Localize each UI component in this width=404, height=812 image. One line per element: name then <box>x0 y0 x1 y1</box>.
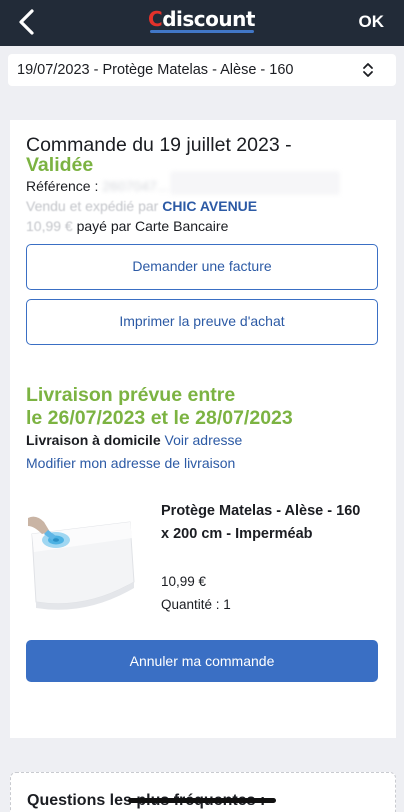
home-indicator <box>128 798 276 803</box>
up-down-chevron-icon <box>363 63 373 77</box>
order-card: Commande du 19 juillet 2023 - Validée Ré… <box>10 120 396 364</box>
payment-line: 10,99 € payé par Carte Bancaire <box>26 218 229 234</box>
cancel-order-button[interactable]: Annuler ma commande <box>26 640 378 682</box>
faq-section: Questions les plus fréquentes : <box>10 772 396 812</box>
delivery-mode: Livraison à domicile Voir adresse <box>26 432 243 448</box>
print-proof-button[interactable]: Imprimer la preuve d'achat <box>26 299 378 345</box>
product-price: 10,99 € <box>161 574 207 589</box>
top-bar: Cdiscount OK <box>0 0 404 46</box>
delivery-card: Livraison prévue entre le 26/07/2023 et … <box>10 364 396 738</box>
order-status: Validée <box>26 154 94 176</box>
order-reference: Référence : 2607047... <box>26 178 169 194</box>
product-image[interactable] <box>26 512 136 616</box>
redacted-reference <box>170 171 340 195</box>
order-select-value: 19/07/2023 - Protège Matelas - Alèse - 1… <box>17 62 294 78</box>
seller-link[interactable]: CHIC AVENUE <box>162 198 257 214</box>
product-name[interactable]: Protège Matelas - Alèse - 160 x 200 cm -… <box>161 500 361 545</box>
seller-line: Vendu et expédié par CHIC AVENUE <box>26 198 258 214</box>
order-select[interactable]: 19/07/2023 - Protège Matelas - Alèse - 1… <box>8 54 396 86</box>
view-address-link[interactable]: Voir adresse <box>165 432 243 448</box>
product-quantity: Quantité : 1 <box>161 597 231 612</box>
back-arrow-icon[interactable] <box>12 7 42 37</box>
ok-button[interactable]: OK <box>359 12 385 32</box>
delivery-estimate: Livraison prévue entre le 26/07/2023 et … <box>26 384 293 429</box>
cdiscount-logo: Cdiscount <box>148 7 255 33</box>
request-invoice-button[interactable]: Demander une facture <box>26 244 378 290</box>
modify-address-link[interactable]: Modifier mon adresse de livraison <box>26 455 235 471</box>
